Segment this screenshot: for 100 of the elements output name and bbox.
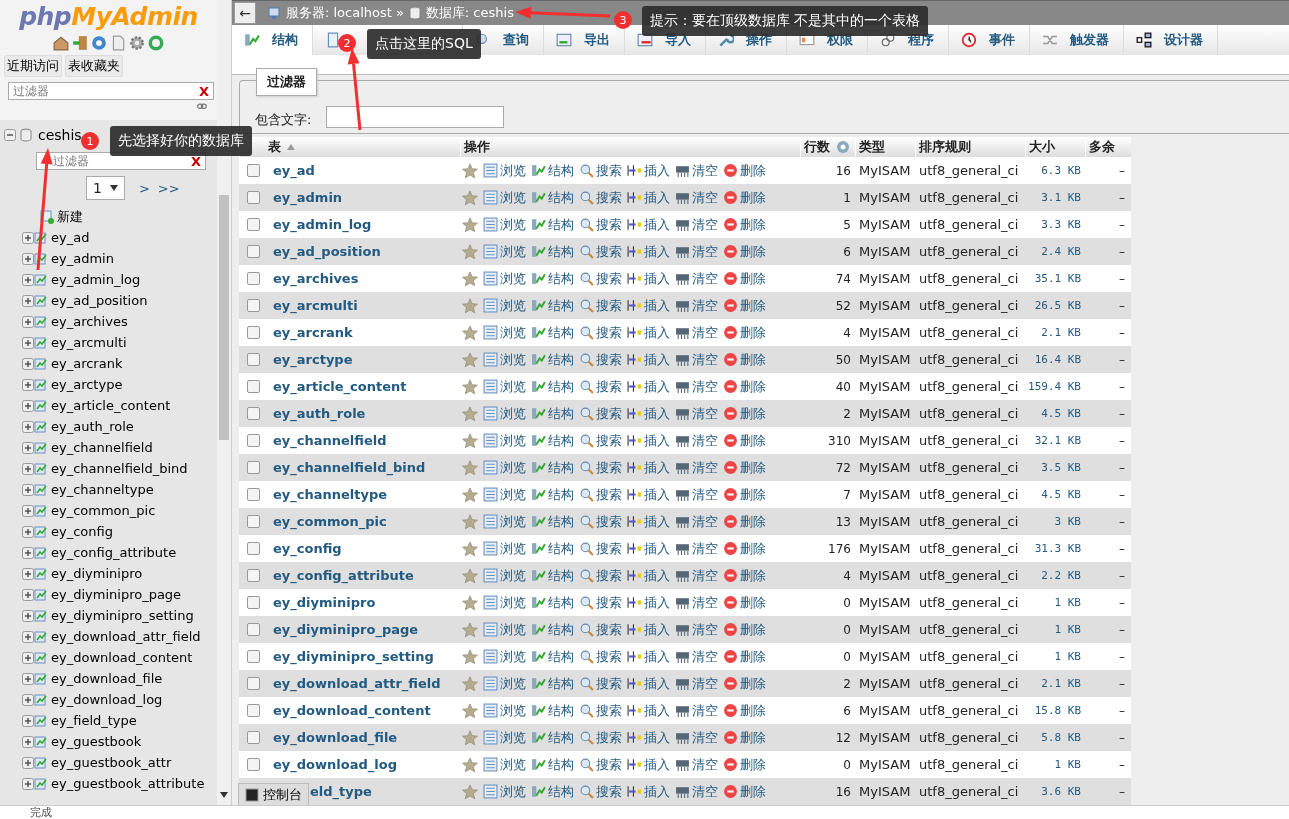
action-link[interactable]: 搜索 (579, 674, 622, 693)
expand-icon[interactable] (22, 735, 34, 748)
collapse-icon[interactable] (4, 129, 16, 141)
action-link[interactable]: 插入 (627, 296, 670, 315)
action-link[interactable]: 浏览 (483, 620, 526, 639)
tree-item[interactable]: ey_download_content (51, 650, 193, 665)
table-name-link[interactable]: ey_admin_log (273, 217, 372, 232)
sidebar-button[interactable]: 近期访问 (4, 55, 62, 77)
checkbox[interactable] (247, 542, 260, 555)
checkbox[interactable] (247, 191, 260, 204)
pager-link[interactable]: >> (157, 180, 180, 196)
filter-field[interactable]: 过滤器 X (8, 82, 214, 100)
checkbox[interactable] (247, 434, 260, 447)
action-link[interactable]: 浏览 (483, 350, 526, 369)
action-link[interactable]: 浏览 (483, 377, 526, 396)
checkbox[interactable] (247, 299, 260, 312)
tree-item[interactable]: ey_admin (51, 251, 114, 266)
action-link[interactable]: 搜索 (579, 269, 622, 288)
action-link[interactable]: 插入 (627, 431, 670, 450)
tree-item[interactable]: ey_archives (51, 314, 128, 329)
expand-icon[interactable] (22, 609, 34, 622)
breadcrumb-link[interactable]: 数据库: ceshis (425, 3, 514, 22)
action-link[interactable]: 删除 (723, 728, 766, 747)
action-link[interactable]: 结构 (531, 593, 574, 612)
tree-item[interactable]: ey_auth_role (51, 419, 134, 434)
tree-item[interactable]: ey_diyminipro_page (51, 587, 182, 602)
breadcrumb-link[interactable]: 服务器: localhost (286, 3, 392, 22)
action-link[interactable]: 删除 (723, 377, 766, 396)
table-name-link[interactable]: ey_common_pic (273, 514, 387, 529)
action-link[interactable]: 搜索 (579, 377, 622, 396)
action-link[interactable]: 浏览 (483, 242, 526, 261)
action-link[interactable]: 结构 (531, 755, 574, 774)
action-link[interactable]: 删除 (723, 458, 766, 477)
action-link[interactable]: 搜索 (579, 323, 622, 342)
table-name-link[interactable]: ey_auth_role (273, 406, 366, 421)
action-link[interactable]: 清空 (675, 755, 718, 774)
action-link[interactable]: 插入 (627, 782, 670, 801)
checkbox[interactable] (247, 596, 260, 609)
tree-item[interactable]: 新建 (57, 207, 83, 226)
table-name-link[interactable]: ey_diyminipro_setting (273, 649, 434, 664)
action-link[interactable]: 删除 (723, 620, 766, 639)
checkbox[interactable] (247, 245, 260, 258)
action-link[interactable]: 搜索 (579, 593, 622, 612)
action-link[interactable]: 插入 (627, 350, 670, 369)
action-link[interactable]: 清空 (675, 512, 718, 531)
action-link[interactable]: 清空 (675, 296, 718, 315)
expand-icon[interactable] (22, 252, 34, 265)
action-link[interactable]: 清空 (675, 647, 718, 666)
tree-item[interactable]: ey_config_attribute (51, 545, 177, 560)
table-name-link[interactable]: ey_ad_position (273, 244, 381, 259)
tree-item[interactable]: ey_article_content (51, 398, 171, 413)
tree-item[interactable]: ey_guestbook (51, 734, 142, 749)
checkbox[interactable] (247, 407, 260, 420)
sort-up-icon[interactable] (287, 144, 295, 150)
tree-item[interactable]: ey_ad (51, 230, 90, 245)
checkbox[interactable] (247, 461, 260, 474)
action-link[interactable]: 结构 (531, 782, 574, 801)
tree-item[interactable]: ey_diyminipro (51, 566, 143, 581)
action-link[interactable]: 插入 (627, 539, 670, 558)
table-name-link[interactable]: ey_article_content (273, 379, 407, 394)
action-link[interactable]: 搜索 (579, 485, 622, 504)
action-link[interactable]: 搜索 (579, 701, 622, 720)
table-name-link[interactable]: ey_diyminipro_page (273, 622, 419, 637)
action-link[interactable]: 删除 (723, 674, 766, 693)
action-link[interactable]: 删除 (723, 215, 766, 234)
tree-item[interactable]: ey_channeltype (51, 482, 154, 497)
action-link[interactable]: 删除 (723, 755, 766, 774)
action-link[interactable]: 搜索 (579, 350, 622, 369)
action-link[interactable]: 插入 (627, 647, 670, 666)
tree-item[interactable]: ey_common_pic (51, 503, 156, 518)
action-link[interactable]: 结构 (531, 404, 574, 423)
database-name[interactable]: ceshis (38, 127, 82, 143)
checkbox[interactable] (247, 569, 260, 582)
expand-icon[interactable] (22, 777, 34, 790)
action-link[interactable]: 结构 (531, 512, 574, 531)
expand-icon[interactable] (22, 546, 34, 559)
table-name-link[interactable]: ey_config_attribute (273, 568, 414, 583)
action-link[interactable]: 清空 (675, 404, 718, 423)
action-link[interactable]: 结构 (531, 728, 574, 747)
table-name-link[interactable]: ey_arctype (273, 352, 353, 367)
action-link[interactable]: 插入 (627, 512, 670, 531)
action-link[interactable]: 浏览 (483, 485, 526, 504)
expand-icon[interactable] (22, 525, 34, 538)
tree-item[interactable]: ey_diyminipro_setting (51, 608, 194, 623)
action-link[interactable]: 清空 (675, 728, 718, 747)
action-link[interactable]: 插入 (627, 620, 670, 639)
action-link[interactable]: 浏览 (483, 647, 526, 666)
action-link[interactable]: 删除 (723, 242, 766, 261)
action-link[interactable]: 搜索 (579, 755, 622, 774)
action-link[interactable]: 清空 (675, 593, 718, 612)
tab[interactable]: 事件 (949, 24, 1030, 55)
action-link[interactable]: 清空 (675, 485, 718, 504)
tree-item[interactable]: ey_guestbook_attr (51, 755, 172, 770)
tab[interactable]: 设计器 (1124, 24, 1218, 55)
action-link[interactable]: 结构 (531, 161, 574, 180)
action-link[interactable]: 搜索 (579, 539, 622, 558)
action-link[interactable]: 插入 (627, 161, 670, 180)
action-link[interactable]: 结构 (531, 485, 574, 504)
tree-item[interactable]: ey_config (51, 524, 113, 539)
action-link[interactable]: 清空 (675, 674, 718, 693)
